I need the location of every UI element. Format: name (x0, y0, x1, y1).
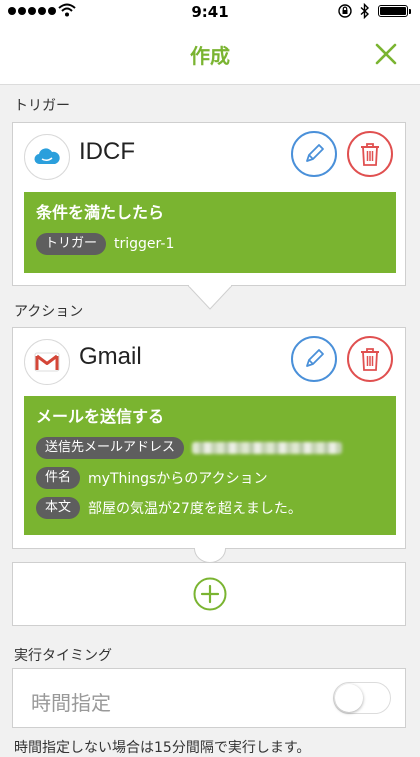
timing-note: 時間指定しない場合は15分間隔で実行します。 (14, 740, 311, 756)
trigger-section-label: トリガー (14, 98, 70, 114)
action-section-label: アクション (14, 304, 84, 320)
edit-trigger-button[interactable] (291, 131, 337, 177)
trigger-card: IDCF 条件を満たしたら トリガー trigger-1 (12, 122, 406, 286)
trigger-condition-box[interactable]: 条件を満たしたら トリガー trigger-1 (24, 192, 396, 273)
connector-arrow (188, 285, 232, 310)
pencil-icon (306, 349, 324, 367)
trigger-service-name: IDCF (79, 138, 135, 165)
battery-icon (378, 5, 411, 17)
param-value: myThingsからのアクション (88, 471, 268, 487)
trigger-param-row: トリガー trigger-1 (36, 233, 384, 255)
time-specify-label: 時間指定 (31, 691, 111, 715)
action-detail-box[interactable]: メールを送信する 送信先メールアドレス 件名 myThingsからのアクション … (24, 396, 396, 535)
param-tag: 本文 (36, 497, 81, 519)
toggle-knob (335, 684, 363, 712)
param-tag: トリガー (36, 233, 107, 255)
action-param-row: 件名 myThingsからのアクション (36, 467, 384, 489)
trash-icon (361, 143, 379, 166)
delete-trigger-button[interactable] (347, 131, 393, 177)
gmail-icon (24, 339, 70, 385)
trigger-condition-title: 条件を満たしたら (36, 203, 165, 222)
trash-icon (361, 348, 379, 371)
action-param-row: 送信先メールアドレス (36, 437, 384, 459)
action-service-name: Gmail (79, 343, 142, 370)
nav-bar: 作成 (0, 22, 420, 85)
timing-row: 時間指定 (12, 668, 406, 728)
time-specify-toggle[interactable] (333, 682, 391, 714)
action-title: メールを送信する (36, 407, 165, 426)
param-tag: 送信先メールアドレス (36, 437, 185, 459)
pencil-icon (306, 144, 324, 162)
param-value: trigger-1 (114, 236, 175, 252)
delete-action-button[interactable] (347, 336, 393, 382)
status-time: 9:41 (191, 3, 229, 21)
add-icon[interactable] (193, 577, 227, 611)
status-bar: 9:41 (0, 0, 420, 22)
bluetooth-icon (360, 3, 370, 19)
param-value: 部屋の気温が27度を超えました。 (88, 501, 302, 517)
close-icon[interactable] (370, 38, 402, 70)
cloud-icon (24, 134, 70, 180)
redacted-email (192, 442, 343, 454)
orientation-lock-icon (338, 4, 352, 18)
timing-section-label: 実行タイミング (14, 648, 112, 664)
action-card: Gmail メールを送信する 送信先メールアドレス 件名 myThingsからの… (12, 327, 406, 549)
page-title: 作成 (190, 44, 230, 68)
action-param-row: 本文 部屋の気温が27度を超えました。 (36, 497, 384, 519)
param-tag: 件名 (36, 467, 81, 489)
edit-action-button[interactable] (291, 336, 337, 382)
